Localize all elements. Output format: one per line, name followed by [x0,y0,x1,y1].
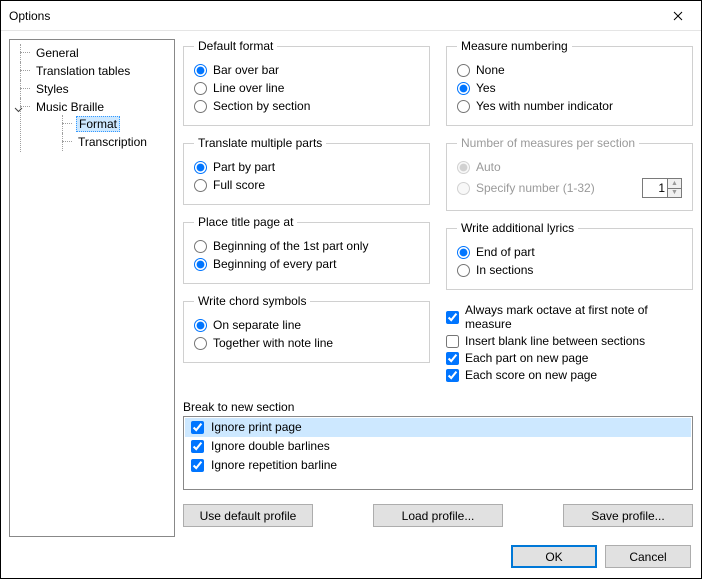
check-score-new-page[interactable]: Each score on new page [446,368,693,382]
radio-specify-number: Specify number (1-32) [457,181,595,195]
tree-item-general[interactable]: General [10,44,174,62]
radio-mn-yes-indicator[interactable]: Yes with number indicator [457,99,682,113]
titlebar: Options [1,1,701,31]
radio-end-of-part[interactable]: End of part [457,245,682,259]
tree-item-translation-tables[interactable]: Translation tables [10,62,174,80]
window-title: Options [9,9,50,23]
radio-in-sections[interactable]: In sections [457,263,682,277]
break-section-list[interactable]: Ignore print page Ignore double barlines… [183,416,693,490]
radio-mn-none[interactable]: None [457,63,682,77]
radio-with-note-line[interactable]: Together with note line [194,336,419,350]
check-part-new-page[interactable]: Each part on new page [446,351,693,365]
options-dialog: Options General Translation tables Style… [0,0,702,579]
radio-section-by-section[interactable]: Section by section [194,99,419,113]
cancel-button[interactable]: Cancel [605,545,691,568]
tree-item-music-braille[interactable]: Music Braille Format Transcription [10,98,174,152]
radio-first-part-only[interactable]: Beginning of the 1st part only [194,239,419,253]
radio-mn-yes[interactable]: Yes [457,81,682,95]
chevron-down-icon[interactable] [14,102,24,112]
category-tree[interactable]: General Translation tables Styles Music … [9,39,175,537]
spinner-up-icon[interactable]: ▲ [668,179,681,189]
chord-symbols-group: Write chord symbols On separate line Tog… [183,294,430,363]
break-section-group: Break to new section Ignore print page I… [183,398,693,490]
load-profile-button[interactable]: Load profile... [373,504,503,527]
radio-every-part[interactable]: Beginning of every part [194,257,419,271]
radio-separate-line[interactable]: On separate line [194,318,419,332]
default-format-group: Default format Bar over bar Line over li… [183,39,430,126]
close-button[interactable] [655,1,701,31]
measure-numbering-group: Measure numbering None Yes Yes with numb… [446,39,693,126]
measures-input[interactable] [643,179,667,197]
tree-item-transcription[interactable]: Transcription [52,133,174,151]
translate-parts-group: Translate multiple parts Part by part Fu… [183,136,430,205]
misc-checks: Always mark octave at first note of meas… [446,300,693,385]
close-icon [673,11,683,21]
tree-item-format[interactable]: Format [52,115,174,133]
profile-buttons: Use default profile Load profile... Save… [183,504,693,527]
radio-part-by-part[interactable]: Part by part [194,160,419,174]
spinner-down-icon[interactable]: ▼ [668,189,681,198]
list-item[interactable]: Ignore repetition barline [185,456,691,475]
radio-bar-over-bar[interactable]: Bar over bar [194,63,419,77]
radio-auto: Auto [457,160,682,174]
title-page-group: Place title page at Beginning of the 1st… [183,215,430,284]
content-panel: Default format Bar over bar Line over li… [183,39,693,537]
check-blank-line[interactable]: Insert blank line between sections [446,334,693,348]
radio-full-score[interactable]: Full score [194,178,419,192]
save-profile-button[interactable]: Save profile... [563,504,693,527]
additional-lyrics-group: Write additional lyrics End of part In s… [446,221,693,290]
tree-item-styles[interactable]: Styles [10,80,174,98]
ok-button[interactable]: OK [511,545,597,568]
use-default-profile-button[interactable]: Use default profile [183,504,313,527]
radio-line-over-line[interactable]: Line over line [194,81,419,95]
dialog-footer: OK Cancel [1,537,701,578]
list-item[interactable]: Ignore double barlines [185,437,691,456]
measures-per-section-group: Number of measures per section Auto Spec… [446,136,693,211]
check-mark-octave[interactable]: Always mark octave at first note of meas… [446,303,693,331]
measures-spinner[interactable]: ▲ ▼ [642,178,682,198]
list-item[interactable]: Ignore print page [185,418,691,437]
